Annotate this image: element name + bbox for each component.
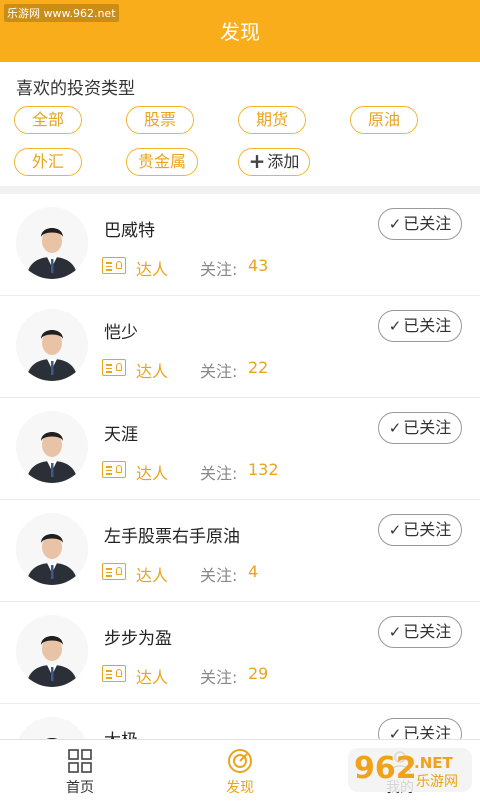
followed-button[interactable]: ✓ 已关注 (378, 208, 462, 240)
check-icon: ✓ (388, 215, 402, 233)
followers-label: 关注: (200, 362, 238, 381)
tag-crude-oil[interactable]: 原油 (350, 106, 418, 134)
add-tag-label: 添加 (267, 152, 300, 171)
followers-label: 关注: (200, 464, 238, 483)
avatar[interactable] (16, 207, 88, 279)
logo-cn-text: 乐游网 (416, 774, 458, 790)
tag-stocks[interactable]: 股票 (126, 106, 194, 134)
tab-discover-label: 发现 (226, 780, 254, 796)
followers-label: 关注: (200, 566, 238, 585)
followers-count: 29 (248, 664, 269, 683)
investment-type-heading: 喜欢的投资类型 (16, 79, 135, 99)
followed-label: 已关注 (403, 724, 452, 739)
followers-label: 关注: (200, 260, 238, 279)
avatar[interactable] (16, 513, 88, 585)
person-avatar-icon (16, 309, 88, 381)
role-label: 达人 (136, 260, 169, 279)
role-label: 达人 (136, 566, 169, 585)
expert-name: 步步为盈 (104, 629, 172, 649)
check-icon: ✓ (388, 725, 402, 739)
list-item[interactable]: 巴威特达人 关注: 43 ✓ 已关注 (0, 194, 480, 296)
page-title: 发现 (220, 20, 260, 44)
role-label: 达人 (136, 464, 169, 483)
list-item[interactable]: 步步为盈达人 关注: 29 ✓ 已关注 (0, 602, 480, 704)
compass-icon (228, 749, 252, 773)
expert-name: 太极 (104, 726, 138, 739)
check-icon: ✓ (388, 521, 402, 539)
tab-home[interactable]: 首页 (0, 740, 160, 801)
id-card-icon (102, 359, 126, 376)
list-item[interactable]: 恺少达人 关注: 22 ✓ 已关注 (0, 296, 480, 398)
962-logo-watermark: 962 .NET 乐游网 (348, 748, 472, 792)
followers-count: 4 (248, 562, 259, 581)
check-icon: ✓ (388, 419, 402, 437)
followed-button[interactable]: ✓ 已关注 (378, 514, 462, 546)
person-avatar-icon (16, 513, 88, 585)
list-item[interactable]: 天涯达人 关注: 132 ✓ 已关注 (0, 398, 480, 500)
plus-icon: + (248, 149, 266, 173)
grid-icon (68, 749, 92, 773)
section-divider (0, 186, 480, 194)
followed-label: 已关注 (403, 316, 452, 335)
followers-count: 132 (248, 460, 279, 479)
followers-label: 关注: (200, 668, 238, 687)
role-label: 达人 (136, 362, 169, 381)
add-tag-button[interactable]: + 添加 (238, 148, 310, 176)
top-bar: 乐游网 www.962.net 发现 (0, 0, 480, 62)
tag-futures[interactable]: 期货 (238, 106, 306, 134)
expert-name: 恺少 (104, 323, 138, 343)
expert-name: 天涯 (104, 425, 138, 445)
expert-name: 巴威特 (104, 221, 155, 241)
followed-button[interactable]: ✓ 已关注 (378, 616, 462, 648)
followed-button[interactable]: ✓ 已关注 (378, 412, 462, 444)
followers-count: 43 (248, 256, 269, 275)
check-icon: ✓ (388, 623, 402, 641)
id-card-icon (102, 257, 126, 274)
list-item[interactable]: 太极达人关注:✓已关注 (0, 704, 480, 739)
id-card-icon (102, 563, 126, 580)
followed-button[interactable]: ✓ 已关注 (378, 310, 462, 342)
tab-home-label: 首页 (66, 780, 94, 796)
expert-name: 左手股票右手原油 (104, 527, 240, 547)
logo-962-text: 962 (354, 751, 417, 786)
followed-label: 已关注 (403, 214, 452, 233)
tag-all[interactable]: 全部 (14, 106, 82, 134)
followed-label: 已关注 (403, 622, 452, 641)
check-icon: ✓ (388, 317, 402, 335)
avatar[interactable] (16, 615, 88, 687)
role-label: 达人 (136, 668, 169, 687)
followers-count: 22 (248, 358, 269, 377)
followed-label: 已关注 (403, 520, 452, 539)
person-avatar-icon (16, 411, 88, 483)
tab-discover[interactable]: 发现 (160, 740, 320, 801)
id-card-icon (102, 461, 126, 478)
followed-label: 已关注 (403, 418, 452, 437)
person-avatar-icon (16, 717, 88, 739)
list-item[interactable]: 左手股票右手原油达人 关注: 4 ✓ 已关注 (0, 500, 480, 602)
logo-net-text: .NET (414, 754, 453, 772)
followed-button[interactable]: ✓ 已关注 (378, 718, 462, 739)
id-card-icon (102, 665, 126, 682)
tag-forex[interactable]: 外汇 (14, 148, 82, 176)
avatar[interactable] (16, 309, 88, 381)
avatar[interactable] (16, 717, 88, 739)
expert-list: 巴威特 达人 关注: 43 ✓ 已关注 恺少 达人 关注: 22 ✓ 已关注 天涯 达人 关注: 132 ✓ 已关… (0, 194, 480, 739)
tag-precious-metals[interactable]: 贵金属 (126, 148, 198, 176)
person-avatar-icon (16, 615, 88, 687)
person-avatar-icon (16, 207, 88, 279)
avatar[interactable] (16, 411, 88, 483)
